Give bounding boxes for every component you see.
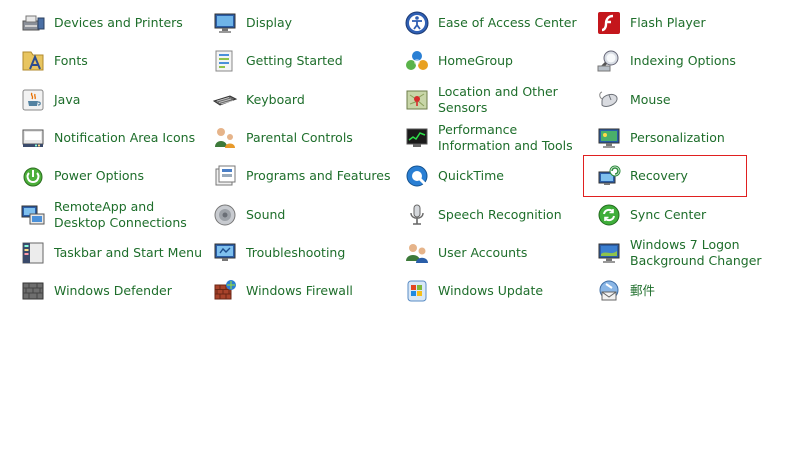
speech-recognition-icon [404,202,430,228]
item-personalization[interactable]: Personalization [594,119,786,157]
item-label: Location and Other Sensors [438,83,558,115]
item-label: Personalization [630,130,725,146]
flash-player-icon [596,10,622,36]
item-label: HomeGroup [438,53,513,69]
item-flash-player[interactable]: Flash Player [594,4,786,42]
windows-firewall-icon [212,278,238,304]
mail-icon [596,278,622,304]
keyboard-icon [212,87,238,113]
item-label: Windows Defender [54,283,172,299]
item-label: Java [54,91,81,107]
item-label: Parental Controls [246,130,353,146]
getting-started-icon [212,48,238,74]
performance-icon [404,125,430,151]
windows-update-icon [404,278,430,304]
item-label: Keyboard [246,91,305,107]
item-windows-defender[interactable]: Windows Defender [18,272,210,310]
sync-center-icon [596,202,622,228]
personalization-icon [596,125,622,151]
item-label: RemoteApp and Desktop Connections [54,198,187,230]
item-quicktime[interactable]: QuickTime [402,157,594,195]
user-accounts-icon [404,240,430,266]
item-recovery[interactable]: Recovery [594,157,786,195]
item-notification-area-icons[interactable]: Notification Area Icons [18,119,210,157]
item-homegroup[interactable]: HomeGroup [402,42,594,80]
item-label: Sound [246,206,286,222]
item-location-and-other-sensors[interactable]: Location and Other Sensors [402,81,594,119]
item-label: Troubleshooting [246,244,346,260]
location-sensors-icon [404,87,430,113]
item-indexing-options[interactable]: Indexing Options [594,42,786,80]
parental-controls-icon [212,125,238,151]
item-label: Getting Started [246,53,343,69]
item-label: Power Options [54,168,144,184]
ease-of-access-icon [404,10,430,36]
item-troubleshooting[interactable]: Troubleshooting [210,234,402,272]
recovery-icon [596,163,622,189]
item-label: Windows 7 Logon Background Changer [630,236,762,268]
item-fonts[interactable]: Fonts [18,42,210,80]
taskbar-start-menu-icon [20,240,46,266]
item-taskbar-and-start-menu[interactable]: Taskbar and Start Menu [18,234,210,272]
item-label: QuickTime [438,168,504,184]
remoteapp-icon [20,202,46,228]
item-display[interactable]: Display [210,4,402,42]
item-label: Indexing Options [630,53,736,69]
quicktime-icon [404,163,430,189]
item-sound[interactable]: Sound [210,195,402,233]
item-label: Ease of Access Center [438,15,577,31]
item-remoteapp-and-desktop-connections[interactable]: RemoteApp and Desktop Connections [18,195,210,233]
item-user-accounts[interactable]: User Accounts [402,234,594,272]
item-windows-firewall[interactable]: Windows Firewall [210,272,402,310]
logon-background-icon [596,240,622,266]
item-windows-7-logon-background-changer[interactable]: Windows 7 Logon Background Changer [594,234,786,272]
devices-printers-icon [20,10,46,36]
item-label: Speech Recognition [438,206,562,222]
sound-icon [212,202,238,228]
item-ease-of-access-center[interactable]: Ease of Access Center [402,4,594,42]
troubleshooting-icon [212,240,238,266]
item-keyboard[interactable]: Keyboard [210,81,402,119]
item-mail[interactable]: 郵件 [594,272,786,310]
item-java[interactable]: Java [18,81,210,119]
control-panel-grid: Devices and Printers Display Ease of Acc… [18,4,786,310]
homegroup-icon [404,48,430,74]
java-icon [20,87,46,113]
item-getting-started[interactable]: Getting Started [210,42,402,80]
item-label: Devices and Printers [54,15,183,31]
item-devices-and-printers[interactable]: Devices and Printers [18,4,210,42]
item-label: Windows Firewall [246,283,353,299]
item-label: 郵件 [630,283,656,299]
indexing-options-icon [596,48,622,74]
power-options-icon [20,163,46,189]
programs-features-icon [212,163,238,189]
item-label: Notification Area Icons [54,130,196,146]
item-label: Display [246,15,293,31]
item-parental-controls[interactable]: Parental Controls [210,119,402,157]
display-icon [212,10,238,36]
item-performance-information-and-tools[interactable]: Performance Information and Tools [402,119,594,157]
item-programs-and-features[interactable]: Programs and Features [210,157,402,195]
item-windows-update[interactable]: Windows Update [402,272,594,310]
mouse-icon [596,87,622,113]
item-power-options[interactable]: Power Options [18,157,210,195]
windows-defender-icon [20,278,46,304]
item-label: Flash Player [630,15,706,31]
notification-area-icon [20,125,46,151]
item-label: Windows Update [438,283,544,299]
item-label: Mouse [630,91,671,107]
item-label: Performance Information and Tools [438,122,573,154]
control-panel-all-items: Devices and Printers Display Ease of Acc… [0,0,800,456]
item-label: Recovery [630,168,688,184]
item-sync-center[interactable]: Sync Center [594,195,786,233]
item-label: Fonts [54,53,88,69]
item-speech-recognition[interactable]: Speech Recognition [402,195,594,233]
item-label: Taskbar and Start Menu [54,244,203,260]
item-mouse[interactable]: Mouse [594,81,786,119]
item-label: Sync Center [630,206,707,222]
item-label: User Accounts [438,244,528,260]
fonts-icon [20,48,46,74]
item-label: Programs and Features [246,168,391,184]
